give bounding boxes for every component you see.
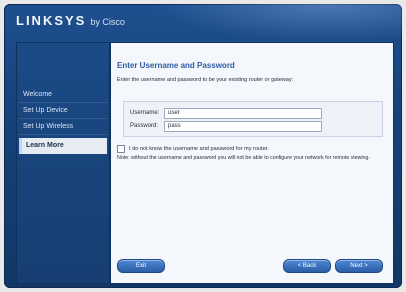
unknown-credentials-label: I do not know the username and password … xyxy=(129,146,269,152)
brand-name: LINKSYS xyxy=(16,13,87,28)
sidebar-item-label: Welcome xyxy=(23,91,53,98)
username-field[interactable] xyxy=(164,107,322,119)
brand-logo: LINKSYS by Cisco xyxy=(16,13,125,31)
username-row: Username: xyxy=(130,107,322,119)
header-glow xyxy=(154,4,402,42)
brand-subtitle: by Cisco xyxy=(90,17,125,27)
sidebar-item-label: Set Up Device xyxy=(23,107,68,114)
sidebar-item-learn-more[interactable]: Learn More xyxy=(19,138,107,154)
page-title: Enter Username and Password xyxy=(117,61,235,70)
main-panel: Enter Username and Password Enter the us… xyxy=(110,42,394,284)
credentials-box: Username: Password: xyxy=(123,101,383,137)
sidebar: Welcome Set Up Device Set Up Wireless Le… xyxy=(16,42,110,284)
back-button[interactable]: < Back xyxy=(283,259,331,273)
unknown-credentials-checkbox[interactable] xyxy=(117,145,125,153)
username-label: Username: xyxy=(130,110,160,116)
sidebar-item-set-up-wireless[interactable]: Set Up Wireless xyxy=(19,119,107,135)
sidebar-item-welcome[interactable]: Welcome xyxy=(19,87,107,103)
next-button[interactable]: Next > xyxy=(335,259,383,273)
password-label: Password: xyxy=(130,123,159,129)
sidebar-item-label: Learn More xyxy=(26,142,64,149)
sidebar-item-set-up-device[interactable]: Set Up Device xyxy=(19,103,107,119)
password-field[interactable] xyxy=(164,120,322,132)
exit-button[interactable]: Exit xyxy=(117,259,165,273)
unknown-credentials-row: I do not know the username and password … xyxy=(117,145,269,153)
app-window: LINKSYS by Cisco Welcome Set Up Device S… xyxy=(4,4,402,288)
note-text: Note: without the username and password … xyxy=(117,155,370,161)
sidebar-item-label: Set Up Wireless xyxy=(23,123,74,130)
instruction-text: Enter the username and password to be yo… xyxy=(117,77,294,83)
password-row: Password: xyxy=(130,120,322,132)
